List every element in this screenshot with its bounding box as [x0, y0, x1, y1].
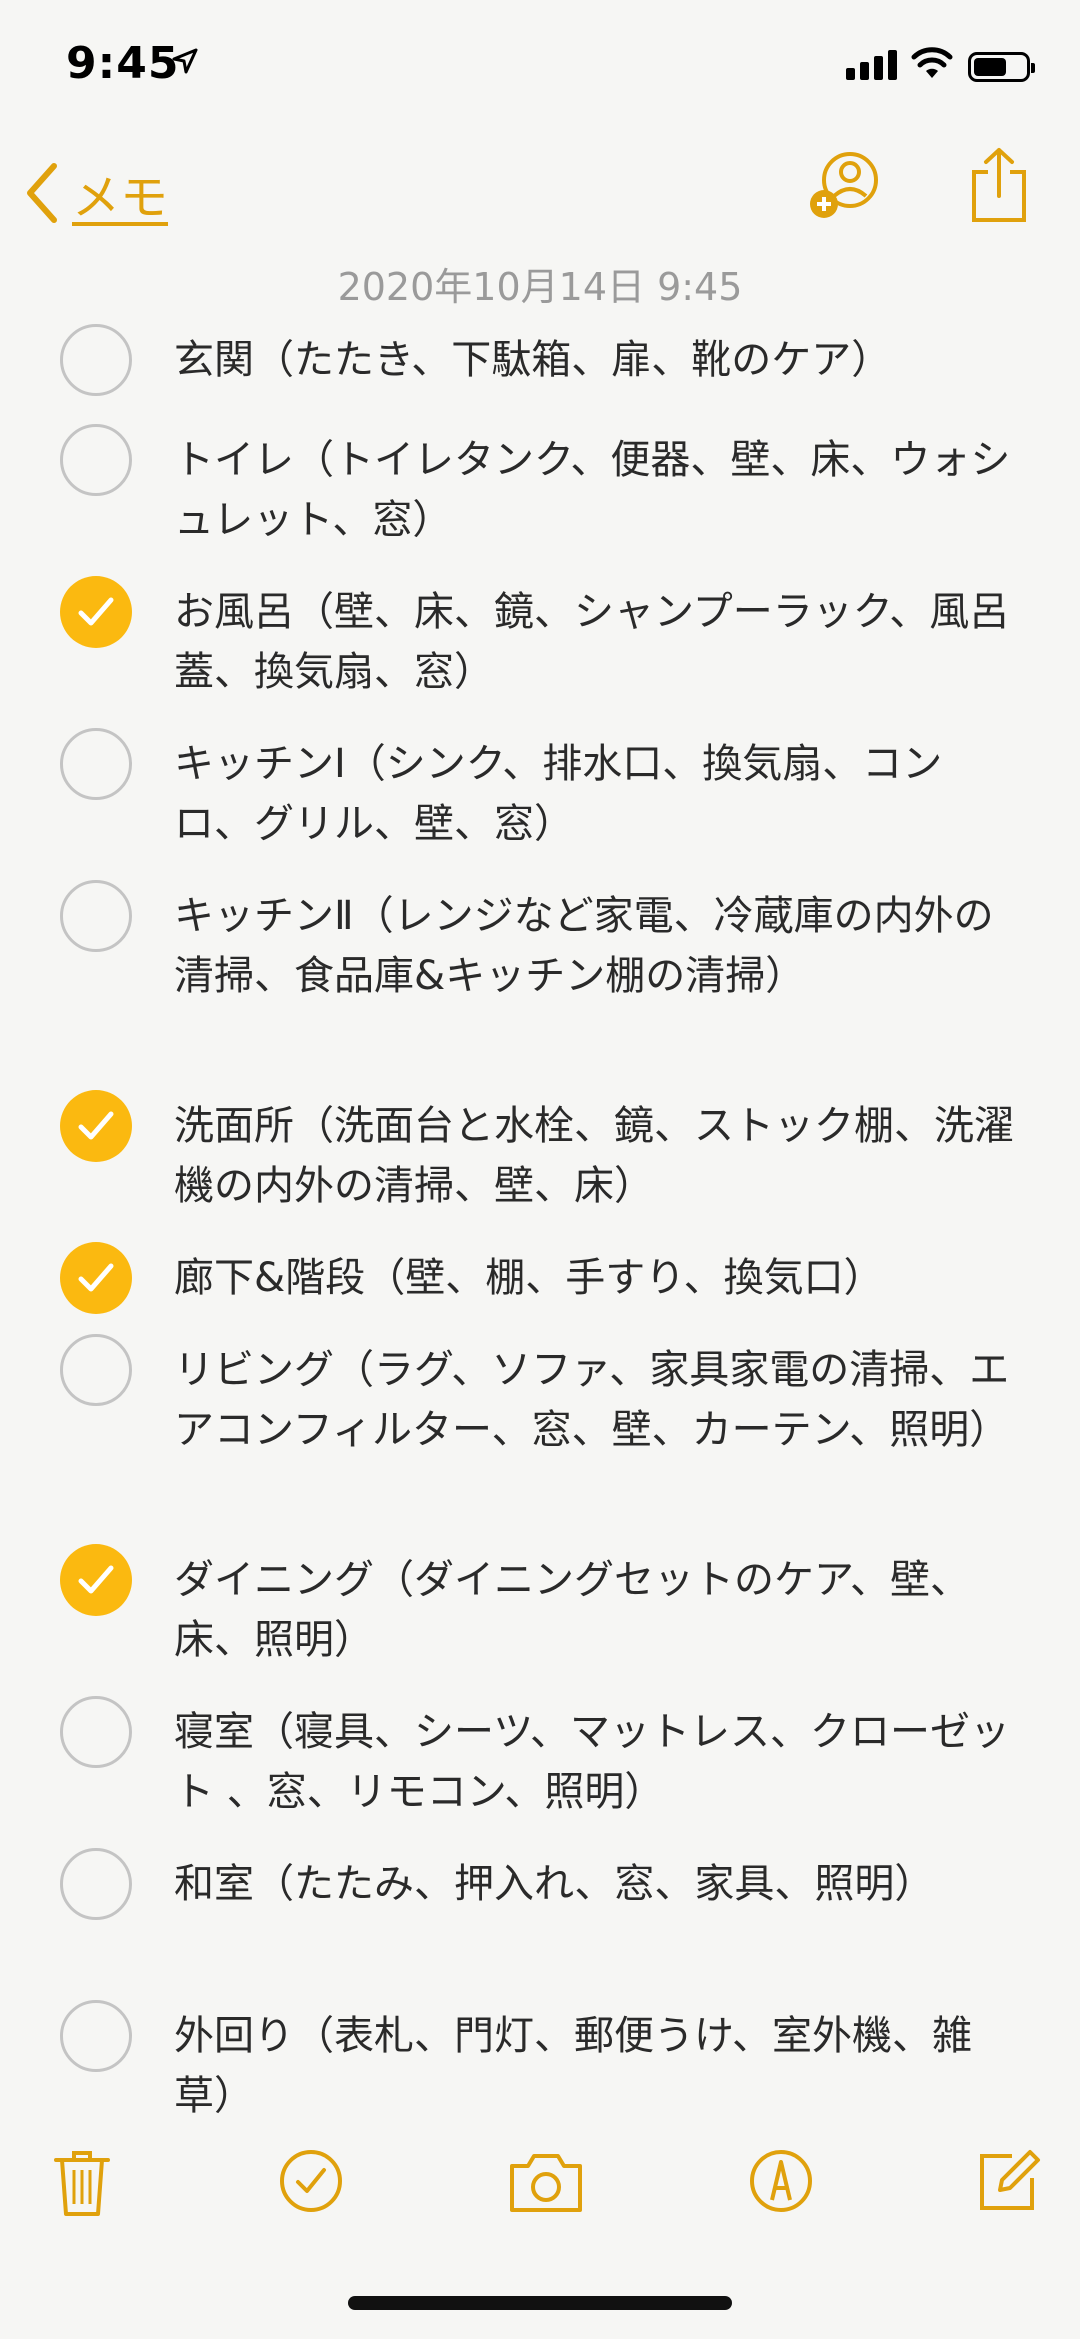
item-text[interactable]: トイレ（トイレタンク、便器、壁、床、ウォシュレット、窓） [174, 430, 1014, 550]
checkbox[interactable] [60, 880, 132, 952]
checklist-icon[interactable] [278, 2148, 344, 2214]
checkmark-icon [78, 1111, 114, 1140]
back-button[interactable]: メモ [24, 158, 168, 228]
wifi-icon [911, 47, 953, 78]
checkmark-icon [78, 597, 114, 626]
item-text[interactable]: 洗面所（洗面台と水栓、鏡、ストック棚、洗濯機の内外の清掃、壁、床） [174, 1096, 1014, 1216]
checkbox-checked[interactable] [60, 576, 132, 648]
checkbox-checked[interactable] [60, 1242, 132, 1314]
checkbox[interactable] [60, 424, 132, 496]
checkbox-checked[interactable] [60, 1090, 132, 1162]
checkbox[interactable] [60, 1848, 132, 1920]
item-text[interactable]: キッチンⅡ（レンジなど家電、冷蔵庫の内外の清掃、食品庫&キッチン棚の清掃） [174, 886, 1014, 1006]
item-text[interactable]: 廊下&階段（壁、棚、手すり、換気口） [174, 1248, 1014, 1308]
location-arrow-icon [172, 48, 198, 74]
note-date: 2020年10月14日 9:45 [337, 265, 743, 309]
item-text[interactable]: 外回り（表札、門灯、郵便うけ、室外機、雑草） [174, 2006, 1014, 2126]
markup-icon[interactable] [748, 2148, 814, 2214]
checkbox-checked[interactable] [60, 1544, 132, 1616]
item-text[interactable]: 寝室（寝具、シーツ、マットレス、クローゼット 、窓、リモコン、照明） [174, 1702, 1014, 1822]
chevron-left-icon [27, 163, 57, 223]
item-text[interactable]: お風呂（壁、床、鏡、シャンプーラック、風呂蓋、換気扇、窓） [174, 582, 1014, 702]
item-text[interactable]: 和室（たたみ、押入れ、窓、家具、照明） [174, 1854, 1014, 1914]
compose-icon[interactable] [976, 2148, 1042, 2214]
checkmark-icon [78, 1263, 114, 1292]
camera-icon[interactable] [508, 2152, 584, 2214]
back-label: メモ [72, 170, 169, 226]
checkbox[interactable] [60, 324, 132, 396]
checkbox[interactable] [60, 1696, 132, 1768]
share-icon[interactable] [966, 146, 1032, 224]
home-indicator[interactable] [348, 2296, 732, 2310]
bottom-toolbar [0, 2120, 1080, 2240]
checkbox[interactable] [60, 1334, 132, 1406]
checkbox[interactable] [60, 728, 132, 800]
item-text[interactable]: ダイニング（ダイニングセットのケア、壁、床、照明） [174, 1550, 1014, 1670]
battery-icon [968, 52, 1035, 82]
navigation-bar: メモ [0, 140, 1080, 250]
item-text[interactable]: キッチンⅠ（シンク、排水口、換気扇、コンロ、グリル、壁、窓） [174, 734, 1014, 854]
checkmark-icon [78, 1565, 114, 1594]
status-bar: 9:45 [0, 0, 1080, 130]
item-text[interactable]: 玄関（たたき、下駄箱、扉、靴のケア） [174, 330, 1014, 390]
status-time: 9:45 [66, 38, 180, 89]
checkbox[interactable] [60, 2000, 132, 2072]
cellular-signal-icon [846, 50, 897, 80]
add-person-icon[interactable] [808, 150, 888, 222]
item-text[interactable]: リビング（ラグ、ソファ、家具家電の清掃、エアコンフィルター、窓、壁、カーテン、照… [174, 1340, 1014, 1460]
trash-icon[interactable] [52, 2148, 112, 2218]
